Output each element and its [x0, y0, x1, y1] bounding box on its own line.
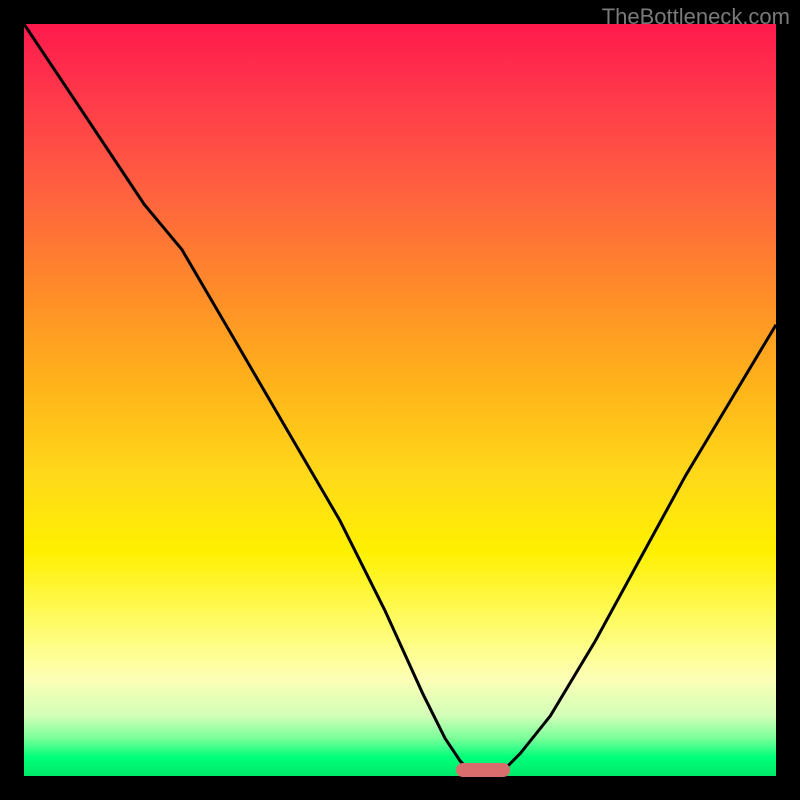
watermark-text: TheBottleneck.com	[602, 4, 790, 30]
curve-path	[24, 24, 776, 776]
chart-plot-area	[24, 24, 776, 776]
bottleneck-curve	[24, 24, 776, 776]
optimum-marker	[456, 763, 510, 777]
